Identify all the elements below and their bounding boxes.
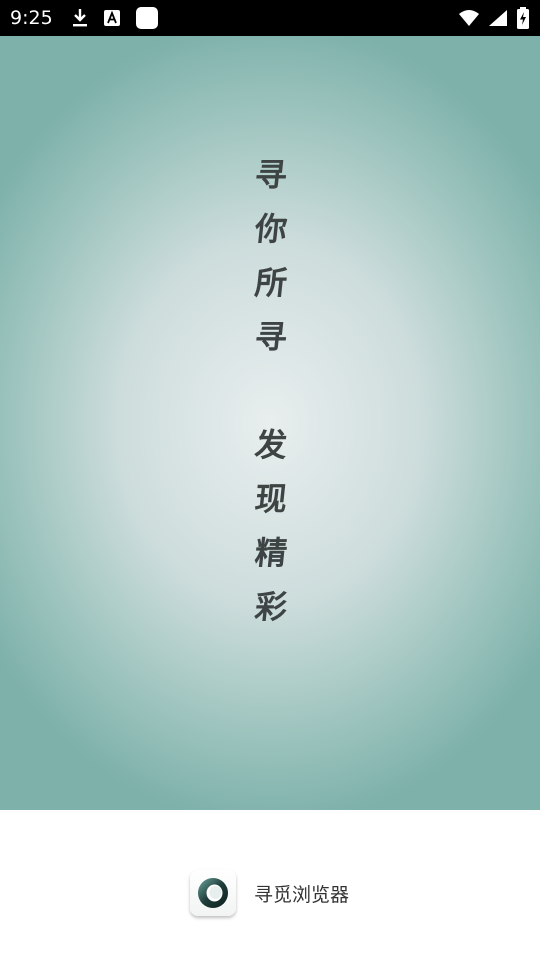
slogan-char: 精	[252, 534, 289, 572]
text-a-icon	[103, 9, 121, 27]
status-time: 9:25	[10, 7, 53, 29]
download-icon	[71, 8, 89, 28]
slogan-char: 寻	[252, 156, 289, 194]
wifi-icon	[458, 9, 480, 27]
slogan-line-2: 发 现 精 彩	[248, 418, 294, 634]
slogan-char: 寻	[252, 318, 289, 356]
app-name: 寻觅浏览器	[254, 883, 350, 906]
status-bar: 9:25	[0, 0, 540, 36]
notification-icons	[71, 6, 159, 30]
slogan-line-1: 寻 你 所 寻	[248, 148, 294, 364]
app-logo-icon	[190, 870, 236, 916]
splash-background: 寻 你 所 寻 发 现 精 彩	[0, 36, 540, 810]
splash-footer: 寻觅浏览器	[0, 810, 540, 960]
slogan-char: 彩	[252, 588, 289, 626]
brand: 寻觅浏览器	[190, 870, 349, 916]
slogan-char: 你	[252, 210, 289, 248]
slogan-char: 所	[252, 264, 289, 302]
slogan-char: 发	[252, 426, 289, 464]
slogan-char: 现	[252, 480, 289, 518]
system-icons	[458, 7, 530, 29]
cell-signal-icon	[488, 9, 508, 27]
blank-square-icon	[135, 6, 159, 30]
battery-charging-icon	[516, 7, 530, 29]
